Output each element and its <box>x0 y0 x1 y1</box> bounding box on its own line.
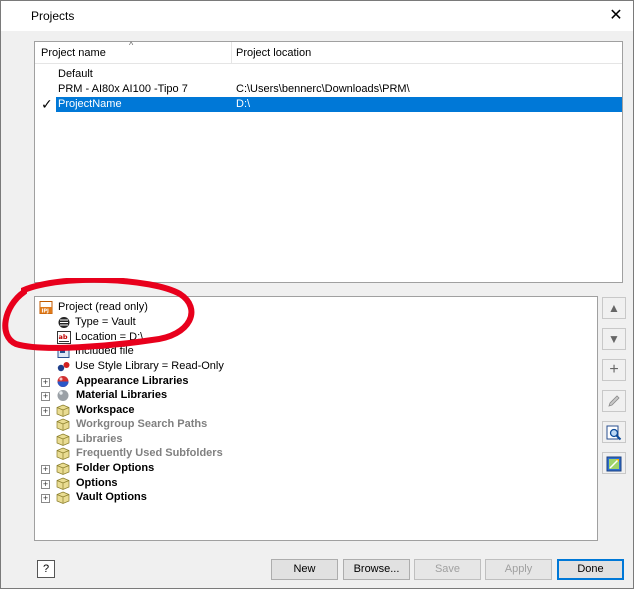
cube-icon <box>56 447 70 460</box>
save-button[interactable]: Save <box>414 559 481 580</box>
move-down-button[interactable]: ▼ <box>602 328 626 350</box>
find-magnifier-icon <box>606 425 622 441</box>
tree-label: Workgroup Search Paths <box>76 418 208 430</box>
tree-label: Libraries <box>76 433 123 445</box>
tree-label: Included file <box>75 345 134 357</box>
active-project-check-icon: ✓ <box>41 96 53 112</box>
tree-label: Folder Options <box>76 462 155 474</box>
options-edit-icon <box>606 456 622 472</box>
tree-label: Appearance Libraries <box>76 375 189 387</box>
projects-dialog: Projects ✕ Project name ^ Project locati… <box>0 0 634 589</box>
svg-text:IPJ: IPJ <box>42 309 50 315</box>
included-file-icon <box>57 345 70 358</box>
tree-label: Material Libraries <box>76 389 168 401</box>
tree-label: Workspace <box>76 404 135 416</box>
tree-label: Options <box>76 477 118 489</box>
cube-icon <box>56 491 70 504</box>
edit-options-button[interactable] <box>602 452 626 474</box>
selection-highlight <box>56 97 622 112</box>
plus-icon: + <box>609 361 619 378</box>
new-button[interactable]: New <box>271 559 338 580</box>
expand-plus-icon[interactable]: + <box>41 407 50 416</box>
svg-text:ab: ab <box>59 333 68 341</box>
project-row-prm[interactable]: PRM - AI80x AI100 -Tipo 7 C:\Users\benne… <box>35 82 622 97</box>
cube-icon <box>56 477 70 490</box>
expand-plus-icon[interactable]: + <box>41 465 50 474</box>
help-button[interactable]: ? <box>37 560 55 578</box>
tree-label: Frequently Used Subfolders <box>76 447 223 459</box>
material-sphere-icon <box>57 390 69 401</box>
projects-list[interactable]: Project name ^ Project location Default … <box>34 40 623 283</box>
expand-plus-icon[interactable]: + <box>41 480 50 489</box>
triangle-down-icon: ▼ <box>608 332 620 346</box>
apply-button[interactable]: Apply <box>485 559 552 580</box>
cube-icon <box>56 404 70 417</box>
text-field-icon: ab <box>57 331 71 344</box>
project-settings-tree[interactable]: IPJ Project (read only) Type = Vault ab … <box>34 296 598 541</box>
window-title: Projects <box>31 9 75 23</box>
tree-label: Vault Options <box>76 491 147 503</box>
done-button[interactable]: Done <box>557 559 624 580</box>
project-name-cell: PRM - AI80x AI100 -Tipo 7 <box>58 83 188 95</box>
column-header-project-name[interactable]: Project name <box>41 47 106 59</box>
tree-label: Location = D:\ <box>75 331 144 343</box>
title-bar: Projects ✕ <box>1 1 633 31</box>
project-location-cell: C:\Users\bennerc\Downloads\PRM\ <box>236 83 410 95</box>
project-name-cell: Default <box>58 68 93 80</box>
triangle-up-icon: ▲ <box>608 301 620 315</box>
sort-ascending-icon: ^ <box>129 40 134 50</box>
find-file-button[interactable] <box>602 421 626 443</box>
browse-button[interactable]: Browse... <box>343 559 410 580</box>
tree-label: Use Style Library = Read-Only <box>75 360 224 372</box>
tree-label: Type = Vault <box>75 316 136 328</box>
add-path-button[interactable]: + <box>602 359 626 381</box>
move-up-button[interactable]: ▲ <box>602 297 626 319</box>
pencil-icon <box>608 395 620 407</box>
close-icon[interactable]: ✕ <box>605 5 627 27</box>
help-icon: ? <box>42 563 50 575</box>
cube-icon <box>56 418 70 431</box>
expand-plus-icon[interactable]: + <box>41 494 50 503</box>
expand-plus-icon[interactable]: + <box>41 392 50 401</box>
cube-icon <box>56 433 70 446</box>
appearance-sphere-icon <box>57 376 69 387</box>
project-name-cell: ProjectName <box>58 98 122 110</box>
project-row-default[interactable]: Default <box>35 67 622 82</box>
edit-path-button[interactable] <box>602 390 626 412</box>
column-header-project-location[interactable]: Project location <box>236 47 311 59</box>
ipj-file-icon: IPJ <box>39 301 53 314</box>
project-row-projectname[interactable]: ✓ ProjectName D:\ <box>35 96 622 112</box>
list-header: Project name ^ Project location <box>35 40 622 64</box>
expand-plus-icon[interactable]: + <box>41 378 50 387</box>
column-divider[interactable] <box>231 42 232 64</box>
vault-type-icon <box>58 317 70 328</box>
style-library-icon <box>57 362 70 372</box>
cube-icon <box>56 462 70 475</box>
tree-label: Project (read only) <box>58 301 148 313</box>
project-location-cell: D:\ <box>236 98 251 110</box>
